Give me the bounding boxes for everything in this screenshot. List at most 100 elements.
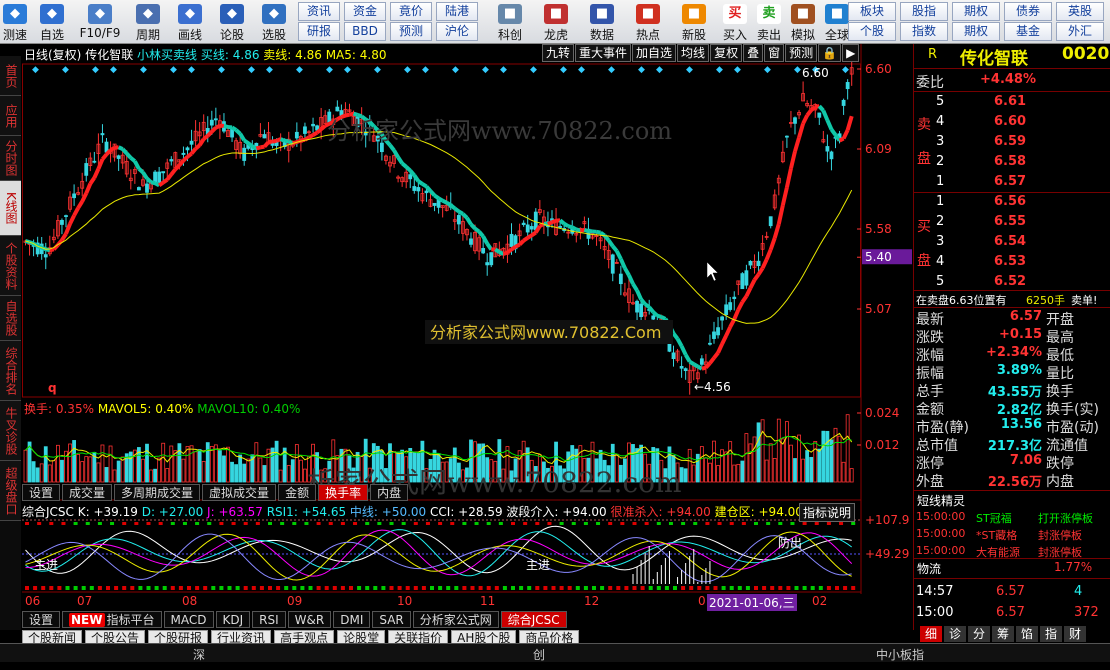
- tag2-2-top[interactable]: 期权: [952, 2, 1000, 21]
- indicator-tab-5[interactable]: W&R: [287, 611, 332, 628]
- toolbar-pe-button[interactable]: ■ 数据: [582, 0, 622, 44]
- right-tab-0[interactable]: 细: [920, 626, 942, 642]
- indicator-tab-4[interactable]: RSI: [252, 611, 286, 628]
- chart-btn-7[interactable]: 预测: [785, 44, 818, 62]
- chart-btn-2[interactable]: 加自选: [632, 44, 677, 62]
- right-tab-5[interactable]: 指: [1040, 626, 1062, 642]
- signal-dot: [195, 586, 200, 590]
- indicator-tab-8[interactable]: 分析家公式网: [412, 611, 499, 628]
- toolbar-dragon-button[interactable]: ■ 龙虎: [536, 0, 576, 44]
- tag2-0-top[interactable]: 板块: [848, 2, 896, 21]
- tag2-1-top[interactable]: 股指: [900, 2, 948, 21]
- right-tab-1[interactable]: 诊: [944, 626, 966, 642]
- toolbar-buy-button[interactable]: 买买入: [720, 0, 750, 44]
- status-item-2: 中小板指: [876, 648, 925, 662]
- indicator-tab-0[interactable]: 设置: [22, 611, 61, 628]
- tag-0-top[interactable]: 资讯: [298, 2, 340, 21]
- toolbar-clock-button[interactable]: ◆ 周期: [128, 0, 168, 44]
- tag2-1-bottom[interactable]: 指数: [900, 22, 948, 41]
- tag-2-top[interactable]: 竟价: [390, 2, 432, 21]
- kline-chart-svg[interactable]: 6.60 6.09 5.58 5.40 5.07 ◆ ◆ ◆ ◆ ◆ ◆ ◆ ◆ ◆ ◆ ◆ ◆ ◆ ◆ ◆ ◆ ◆ ◆ ◆ ◆…: [22, 44, 912, 630]
- tag-3-bottom[interactable]: 沪伦: [436, 22, 478, 41]
- vol-tab-2[interactable]: 多周期成交量: [114, 484, 201, 501]
- left-tab-4[interactable]: 个股资料: [0, 236, 21, 296]
- vol-tab-5[interactable]: 换手率: [318, 484, 369, 501]
- left-tab-0[interactable]: 首页: [0, 56, 21, 96]
- tag-3-top[interactable]: 陆港: [436, 2, 478, 21]
- info-subtab-7[interactable]: AH股个股: [451, 630, 517, 645]
- vol-tab-3[interactable]: 虚拟成交量: [202, 484, 277, 501]
- tag2-3-top[interactable]: 债券: [1004, 2, 1052, 21]
- candle-body: [100, 133, 105, 136]
- toolbar-label: 周期: [135, 28, 160, 42]
- tag-0-bottom[interactable]: 研报: [298, 22, 340, 41]
- vol-tab-0[interactable]: 设置: [22, 484, 61, 501]
- arrow-right-icon[interactable]: ▶: [842, 44, 860, 62]
- candle-body: [262, 134, 267, 139]
- indicator-tab-1[interactable]: NEW 指标平台: [62, 611, 162, 628]
- toolbar-sell-button[interactable]: 卖卖出: [754, 0, 784, 44]
- toolbar-f10-button[interactable]: ◆ F10/F9: [74, 0, 126, 44]
- info-subtab-8[interactable]: 商品价格: [519, 630, 580, 645]
- left-tab-7[interactable]: 牛叉诊股: [0, 401, 21, 461]
- right-tab-6[interactable]: 财: [1064, 626, 1086, 642]
- candle-body: [716, 327, 720, 336]
- vol-tab-4[interactable]: 金额: [278, 484, 317, 501]
- tag2-3-bottom[interactable]: 基金: [1004, 22, 1052, 41]
- signal-diamond: ◆: [374, 65, 381, 75]
- tag2-2-bottom[interactable]: 期权: [952, 22, 1000, 41]
- toolbar-hammer-button[interactable]: ■ 模拟: [788, 0, 818, 44]
- left-tab-2[interactable]: 分时图: [0, 136, 21, 181]
- left-tab-5[interactable]: 自选股: [0, 296, 21, 341]
- chart-btn-4[interactable]: 复权: [710, 44, 743, 62]
- left-tab-6[interactable]: 综合排名: [0, 341, 21, 401]
- tag-1-bottom[interactable]: BBD: [344, 22, 386, 41]
- info-subtab-0[interactable]: 个股新闻: [22, 630, 83, 645]
- tag-1-top[interactable]: 资金: [344, 2, 386, 21]
- lock-icon[interactable]: 🔒: [818, 44, 842, 62]
- candle-body: [756, 260, 761, 267]
- chart-btn-5[interactable]: 叠: [743, 44, 764, 62]
- info-subtab-2[interactable]: 个股研报: [148, 630, 209, 645]
- chart-btn-3[interactable]: 均线: [677, 44, 710, 62]
- info-subtab-1[interactable]: 个股公告: [85, 630, 146, 645]
- right-tab-2[interactable]: 分: [968, 626, 990, 642]
- indicator-tab-2[interactable]: MACD: [163, 611, 214, 628]
- right-tab-4[interactable]: 馅: [1016, 626, 1038, 642]
- fast-ma-segment: [279, 137, 286, 143]
- signal-diamond: ◆: [734, 65, 741, 75]
- signal-dot: [259, 586, 264, 590]
- left-tab-1[interactable]: 应用: [0, 96, 21, 136]
- tag2-0-bottom[interactable]: 个股: [848, 22, 896, 41]
- vol-tab-1[interactable]: 成交量: [62, 484, 113, 501]
- right-tab-3[interactable]: 筹: [992, 626, 1014, 642]
- indicator-desc-button[interactable]: 指标说明: [799, 503, 856, 522]
- indicator-tab-9[interactable]: 综合JCSC: [500, 611, 567, 628]
- chart-btn-6[interactable]: 窗: [764, 44, 785, 62]
- toolbar-forum-button[interactable]: ◆ 论股: [212, 0, 252, 44]
- toolbar-hot-button[interactable]: ■ 热点: [628, 0, 668, 44]
- indicator-tab-6[interactable]: DMI: [333, 611, 371, 628]
- left-tab-3[interactable]: K线图: [0, 181, 21, 236]
- toolbar-screen-button[interactable]: ◆ 选股: [254, 0, 294, 44]
- toolbar-ipo-button[interactable]: ■ 新股: [674, 0, 714, 44]
- chart-btn-1[interactable]: 重大事件: [575, 44, 632, 62]
- toolbar-pencil-button[interactable]: ◆ 画线: [170, 0, 210, 44]
- indicator-tab-7[interactable]: SAR: [372, 611, 411, 628]
- info-subtab-4[interactable]: 高手观点: [274, 630, 335, 645]
- info-subtab-6[interactable]: 关联指价: [388, 630, 449, 645]
- indicator-tab-3[interactable]: KDJ: [215, 611, 251, 628]
- kline-chart-area[interactable]: 6.60 6.09 5.58 5.40 5.07 ◆ ◆ ◆ ◆ ◆ ◆ ◆ ◆ ◆ ◆ ◆ ◆ ◆ ◆ ◆ ◆ ◆ ◆ ◆ ◆…: [22, 44, 912, 630]
- info-subtab-3[interactable]: 行业资讯: [211, 630, 272, 645]
- left-tab-8[interactable]: 超级盘口: [0, 461, 21, 521]
- fast-ma-segment: [772, 223, 781, 239]
- tag2-4-bottom[interactable]: 外汇: [1056, 22, 1104, 41]
- vol-tab-6[interactable]: 内盘: [370, 484, 409, 501]
- toolbar-star-button[interactable]: ◆ 自选: [32, 0, 72, 44]
- tag-2-bottom[interactable]: 预测: [390, 22, 432, 41]
- tag2-4-top[interactable]: 英股: [1056, 2, 1104, 21]
- info-subtab-5[interactable]: 论股堂: [337, 630, 386, 645]
- chart-btn-0[interactable]: 九转: [542, 44, 575, 62]
- toolbar-star-market-button[interactable]: ■ 科创: [490, 0, 530, 44]
- toolbar-speed-button[interactable]: ◆ 测速: [0, 0, 30, 44]
